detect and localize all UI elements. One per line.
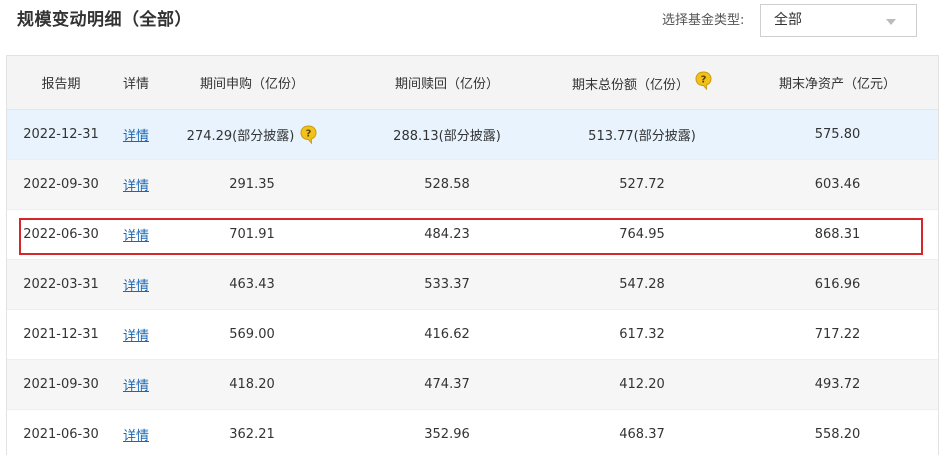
report-date-cell: 2021-09-30	[7, 359, 115, 410]
column-header-total-shares: 期末总份额（亿份） ?	[547, 56, 737, 110]
column-header-period-purchase: 期间申购（亿份）	[157, 56, 347, 110]
detail-link[interactable]: 详情	[123, 329, 149, 344]
report-date-cell: 2022-09-30	[7, 159, 115, 210]
detail-link[interactable]: 详情	[123, 279, 149, 294]
net-assets-cell: 558.20	[737, 409, 938, 455]
detail-link[interactable]: 详情	[123, 129, 149, 144]
detail-cell: 详情	[115, 209, 157, 260]
question-bubble-icon[interactable]: ?	[300, 124, 317, 144]
purchase-cell: 463.43	[157, 259, 347, 310]
detail-cell: 详情	[115, 359, 157, 410]
purchase-cell: 418.20	[157, 359, 347, 410]
total-shares-cell: 617.32	[547, 309, 737, 360]
total-shares-cell: 527.72	[547, 159, 737, 210]
redemption-cell: 484.23	[347, 209, 547, 260]
column-header-total-shares-label: 期末总份额（亿份）	[571, 78, 689, 94]
total-shares-cell: 513.77(部分披露)	[547, 109, 737, 160]
purchase-cell: 274.29(部分披露) ?	[157, 109, 347, 160]
total-shares-cell: 764.95	[547, 209, 737, 260]
redemption-cell: 288.13(部分披露)	[347, 109, 547, 160]
redemption-cell: 352.96	[347, 409, 547, 455]
net-assets-cell: 868.31	[737, 209, 938, 260]
svg-text:?: ?	[306, 128, 312, 139]
report-date-cell: 2021-12-31	[7, 309, 115, 360]
detail-link[interactable]: 详情	[123, 179, 149, 194]
table-row: 2021-09-30 详情 418.20 474.37 412.20 493.7…	[7, 359, 938, 410]
report-date-cell: 2021-06-30	[7, 409, 115, 455]
total-shares-cell: 412.20	[547, 359, 737, 410]
redemption-cell: 533.37	[347, 259, 547, 310]
detail-cell: 详情	[115, 159, 157, 210]
table-row: 2021-06-30 详情 362.21 352.96 468.37 558.2…	[7, 409, 938, 455]
redemption-cell: 474.37	[347, 359, 547, 410]
detail-link[interactable]: 详情	[123, 229, 149, 244]
purchase-cell: 701.91	[157, 209, 347, 260]
report-date-cell: 2022-03-31	[7, 259, 115, 310]
net-assets-cell: 603.46	[737, 159, 938, 210]
column-header-detail: 详情	[115, 56, 157, 110]
chevron-down-icon	[886, 19, 896, 25]
detail-link[interactable]: 详情	[123, 379, 149, 394]
total-shares-cell: 547.28	[547, 259, 737, 310]
net-assets-cell: 717.22	[737, 309, 938, 360]
fund-type-select[interactable]: 全部	[760, 4, 917, 37]
net-assets-cell: 616.96	[737, 259, 938, 310]
purchase-cell: 569.00	[157, 309, 347, 360]
question-bubble-icon[interactable]: ?	[695, 71, 712, 91]
table-header-row: 报告期 详情 期间申购（亿份） 期间赎回（亿份） 期末总份额（亿份） ? 期末净…	[7, 56, 938, 110]
detail-cell: 详情	[115, 109, 157, 160]
total-shares-cell: 468.37	[547, 409, 737, 455]
purchase-value: 274.29(部分披露)	[186, 128, 295, 144]
table-row: 2021-12-31 详情 569.00 416.62 617.32 717.2…	[7, 309, 938, 360]
detail-cell: 详情	[115, 259, 157, 310]
table-row: 2022-06-30 详情 701.91 484.23 764.95 868.3…	[7, 209, 938, 260]
column-header-report-period: 报告期	[7, 56, 115, 110]
purchase-cell: 291.35	[157, 159, 347, 210]
report-date-cell: 2022-06-30	[7, 209, 115, 260]
detail-link[interactable]: 详情	[123, 429, 149, 444]
column-header-period-redemption: 期间赎回（亿份）	[347, 56, 547, 110]
scale-change-table: 报告期 详情 期间申购（亿份） 期间赎回（亿份） 期末总份额（亿份） ? 期末净…	[6, 55, 939, 455]
detail-cell: 详情	[115, 409, 157, 455]
column-header-net-assets: 期末净资产（亿元）	[737, 56, 938, 110]
fund-type-select-value: 全部	[774, 12, 802, 28]
redemption-cell: 528.58	[347, 159, 547, 210]
fund-type-filter-label: 选择基金类型:	[662, 13, 745, 28]
redemption-cell: 416.62	[347, 309, 547, 360]
table-row: 2022-12-31 详情 274.29(部分披露) ? 288.13(部分披露…	[7, 109, 938, 160]
table-row: 2022-03-31 详情 463.43 533.37 547.28 616.9…	[7, 259, 938, 310]
table-row: 2022-09-30 详情 291.35 528.58 527.72 603.4…	[7, 159, 938, 210]
detail-cell: 详情	[115, 309, 157, 360]
report-date-cell: 2022-12-31	[7, 109, 115, 160]
net-assets-cell: 493.72	[737, 359, 938, 410]
svg-text:?: ?	[701, 75, 707, 86]
net-assets-cell: 575.80	[737, 109, 938, 160]
page-title: 规模变动明细（全部）	[17, 10, 192, 30]
purchase-cell: 362.21	[157, 409, 347, 455]
